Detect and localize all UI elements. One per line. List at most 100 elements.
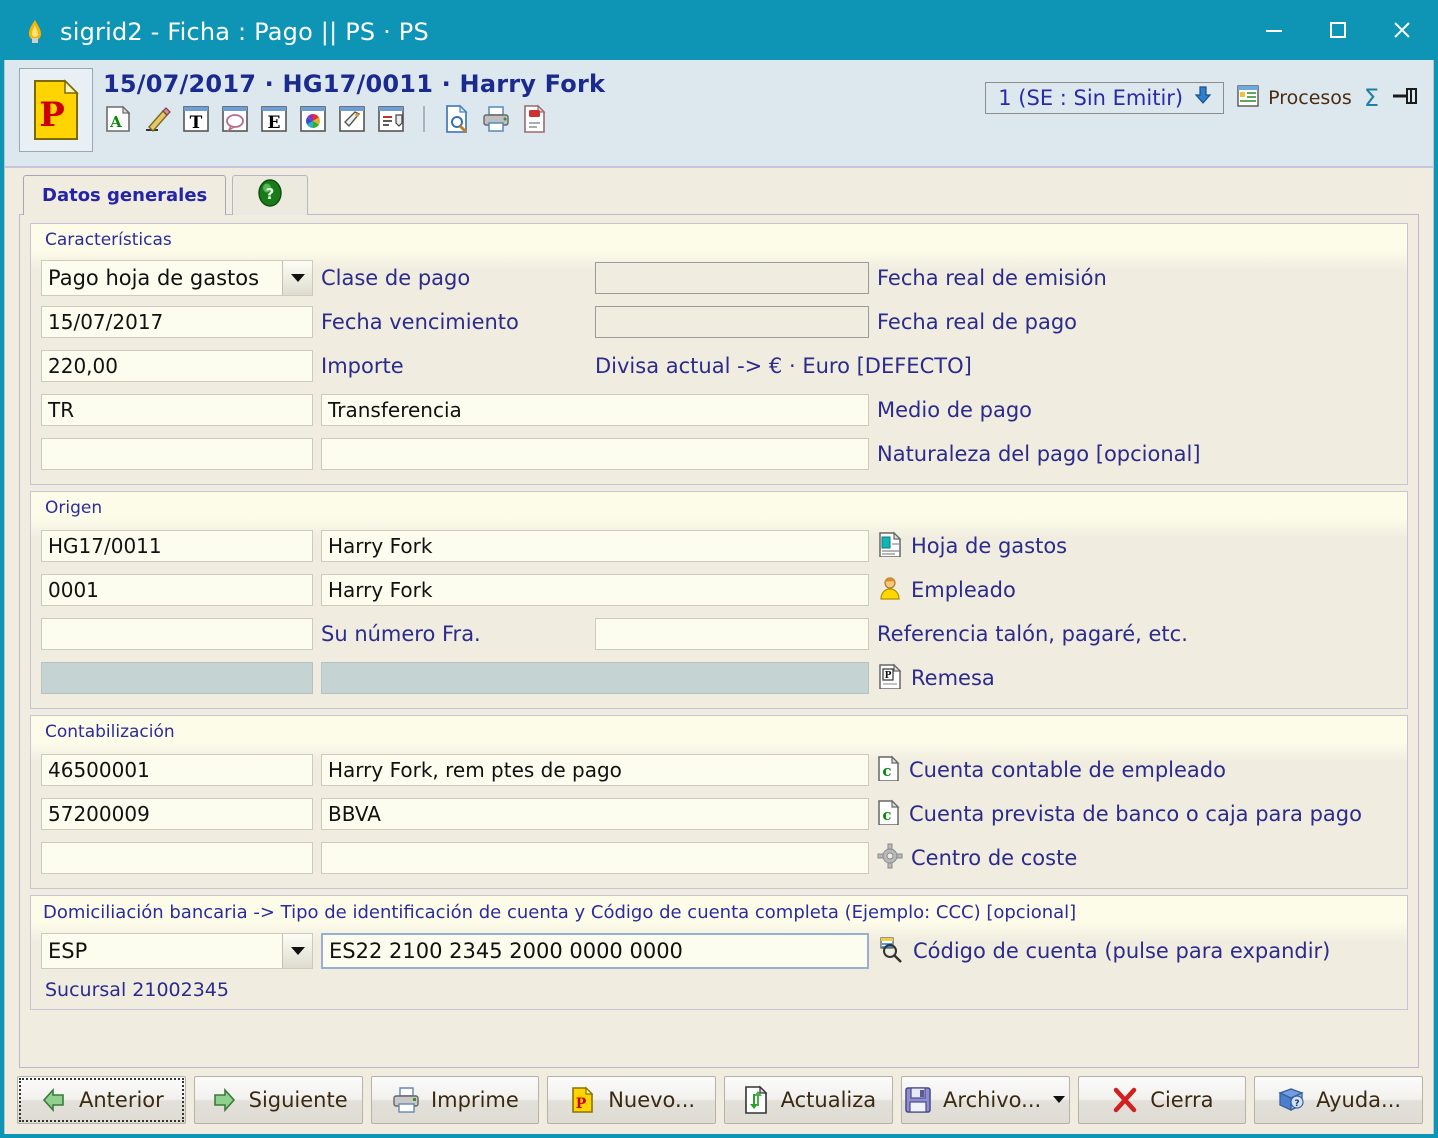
- svg-text:?: ?: [1295, 1099, 1300, 1109]
- help-icon: ?: [255, 178, 285, 213]
- sum-sigma-icon[interactable]: Σ: [1364, 84, 1379, 112]
- fecha-real-pago-input[interactable]: [595, 306, 869, 338]
- form-panel: Características Pago hoja de gastos Clas…: [19, 214, 1419, 1068]
- ayuda-button[interactable]: ? Ayuda...: [1254, 1076, 1423, 1124]
- label-text: Cuenta prevista de banco o caja para pag…: [909, 802, 1362, 826]
- remesa-icon: P: [877, 663, 903, 694]
- svg-text:E: E: [268, 113, 281, 133]
- fecha-vencimiento-input[interactable]: 15/07/2017: [41, 306, 313, 338]
- hoja-de-gastos-label: Hoja de gastos: [877, 531, 1067, 562]
- maximize-button[interactable]: [1306, 4, 1370, 56]
- tab-help[interactable]: ?: [232, 175, 309, 215]
- page-title: 15/07/2017 · HG17/0011 · Harry Fork: [103, 70, 606, 98]
- tipo-identificacion-value: ESP: [48, 939, 88, 963]
- imprime-button[interactable]: Imprime: [370, 1076, 540, 1124]
- chevron-down-icon[interactable]: [282, 934, 312, 968]
- fecha-vencimiento-label: Fecha vencimiento: [321, 310, 519, 334]
- status-badge[interactable]: 1 (SE : Sin Emitir): [985, 82, 1225, 114]
- row-codigo-cuenta: ESP ES22 2100 2345 2000 0000 0000 Código…: [41, 929, 1397, 973]
- tag-icon[interactable]: [337, 104, 367, 134]
- text-tool-icon[interactable]: T: [181, 104, 211, 134]
- minimize-button[interactable]: [1242, 4, 1306, 56]
- window-titlebar: sigrid2 - Ficha : Pago || PS · PS: [4, 4, 1434, 60]
- pin-icon[interactable]: [1391, 84, 1419, 112]
- chevron-down-icon[interactable]: [1051, 1088, 1067, 1112]
- cuenta-banco-desc-input[interactable]: BBVA: [321, 798, 869, 830]
- preview-document-icon[interactable]: [442, 104, 472, 134]
- fecha-real-emision-label: Fecha real de emisión: [877, 266, 1107, 290]
- toolbar-separator: [423, 106, 425, 132]
- medio-de-pago-desc-input[interactable]: Transferencia: [321, 394, 869, 426]
- help-book-icon: ?: [1276, 1085, 1306, 1115]
- comment-balloon-icon[interactable]: [220, 104, 250, 134]
- row-cuenta-empleado: 46500001 Harry Fork, rem ptes de pago c …: [41, 748, 1397, 792]
- cuenta-empleado-desc-input[interactable]: Harry Fork, rem ptes de pago: [321, 754, 869, 786]
- remesa-desc-input: [321, 662, 869, 694]
- cuenta-empleado-code-input[interactable]: 46500001: [41, 754, 313, 786]
- chevron-down-icon[interactable]: [282, 261, 312, 295]
- payment-document-icon: P: [19, 68, 93, 152]
- application-window: sigrid2 - Ficha : Pago || PS · PS P 15/0…: [0, 0, 1438, 1138]
- down-arrow-icon[interactable]: [1193, 85, 1213, 110]
- siguiente-button[interactable]: Siguiente: [193, 1076, 363, 1124]
- centro-de-coste-desc-input[interactable]: [321, 842, 869, 874]
- anterior-button[interactable]: Anterior: [17, 1076, 186, 1124]
- codigo-cuenta-input[interactable]: ES22 2100 2345 2000 0000 0000: [321, 933, 869, 969]
- group-caracteristicas: Características Pago hoja de gastos Clas…: [30, 223, 1408, 485]
- pdf-export-icon[interactable]: [520, 104, 550, 134]
- nuevo-button[interactable]: P Nuevo...: [547, 1076, 716, 1124]
- flame-icon: [22, 19, 48, 45]
- record-toolbar: A T E: [103, 104, 605, 134]
- empleado-code-input[interactable]: 0001: [41, 574, 313, 606]
- svg-text:c: c: [882, 806, 891, 824]
- cuenta-banco-code-input[interactable]: 57200009: [41, 798, 313, 830]
- cuenta-banco-label: c Cuenta prevista de banco o caja para p…: [877, 799, 1362, 830]
- tipo-identificacion-select[interactable]: ESP: [41, 933, 313, 969]
- empleado-desc-input[interactable]: Harry Fork: [321, 574, 869, 606]
- row-empleado: 0001 Harry Fork Empleado: [41, 568, 1397, 612]
- naturaleza-pago-desc-input[interactable]: [321, 438, 869, 470]
- empleado-label: Empleado: [877, 575, 1016, 606]
- hoja-de-gastos-code-input[interactable]: HG17/0011: [41, 530, 313, 562]
- fecha-real-emision-input[interactable]: [595, 262, 869, 294]
- referencia-talon-label: Referencia talón, pagaré, etc.: [877, 622, 1188, 646]
- cierra-button[interactable]: Cierra: [1077, 1076, 1247, 1124]
- medio-de-pago-code-input[interactable]: TR: [41, 394, 313, 426]
- action-button-bar: Anterior Siguiente Imprime P Nuevo... Ac…: [5, 1068, 1433, 1134]
- close-button[interactable]: [1370, 4, 1434, 56]
- su-numero-fra-input[interactable]: [41, 618, 313, 650]
- tab-label: Datos generales: [42, 185, 208, 206]
- pencil-icon[interactable]: [142, 104, 172, 134]
- importe-input[interactable]: 220,00: [41, 350, 313, 382]
- actualiza-button[interactable]: Actualiza: [724, 1076, 893, 1124]
- tab-datos-generales[interactable]: Datos generales: [23, 175, 227, 215]
- remesa-code-input: [41, 662, 313, 694]
- save-icon: [903, 1085, 933, 1115]
- svg-text:P: P: [885, 671, 892, 681]
- medio-de-pago-label: Medio de pago: [877, 398, 1033, 422]
- checklist-icon[interactable]: [376, 104, 406, 134]
- codigo-cuenta-label: Código de cuenta (pulse para expandir): [877, 935, 1330, 968]
- expense-sheet-icon: [877, 531, 903, 562]
- domiciliacion-title: Domiciliación bancaria -> Tipo de identi…: [43, 902, 1077, 923]
- clase-de-pago-select[interactable]: Pago hoja de gastos: [41, 260, 313, 296]
- referencia-talon-input[interactable]: [595, 618, 869, 650]
- printer-icon: [391, 1085, 421, 1115]
- print-icon[interactable]: [481, 104, 511, 134]
- label-text: Empleado: [911, 578, 1016, 602]
- expand-account-icon[interactable]: [877, 935, 905, 968]
- group-origen: Origen HG17/0011 Harry Fork Hoja de gast…: [30, 491, 1408, 709]
- record-header: P 15/07/2017 · HG17/0011 · Harry Fork A: [5, 60, 1433, 168]
- naturaleza-pago-code-input[interactable]: [41, 438, 313, 470]
- button-label: Siguiente: [248, 1088, 348, 1112]
- divisa-actual-label: Divisa actual -> € · Euro [DEFECTO]: [595, 354, 972, 378]
- button-label: Ayuda...: [1316, 1088, 1402, 1112]
- color-wheel-icon[interactable]: [298, 104, 328, 134]
- group-title: Contabilización: [45, 722, 175, 742]
- stamp-e-icon[interactable]: E: [259, 104, 289, 134]
- archivo-button[interactable]: Archivo...: [900, 1076, 1070, 1124]
- hoja-de-gastos-desc-input[interactable]: Harry Fork: [321, 530, 869, 562]
- centro-de-coste-code-input[interactable]: [41, 842, 313, 874]
- annotation-a-icon[interactable]: A: [103, 104, 133, 134]
- procesos-button[interactable]: Procesos: [1236, 84, 1352, 113]
